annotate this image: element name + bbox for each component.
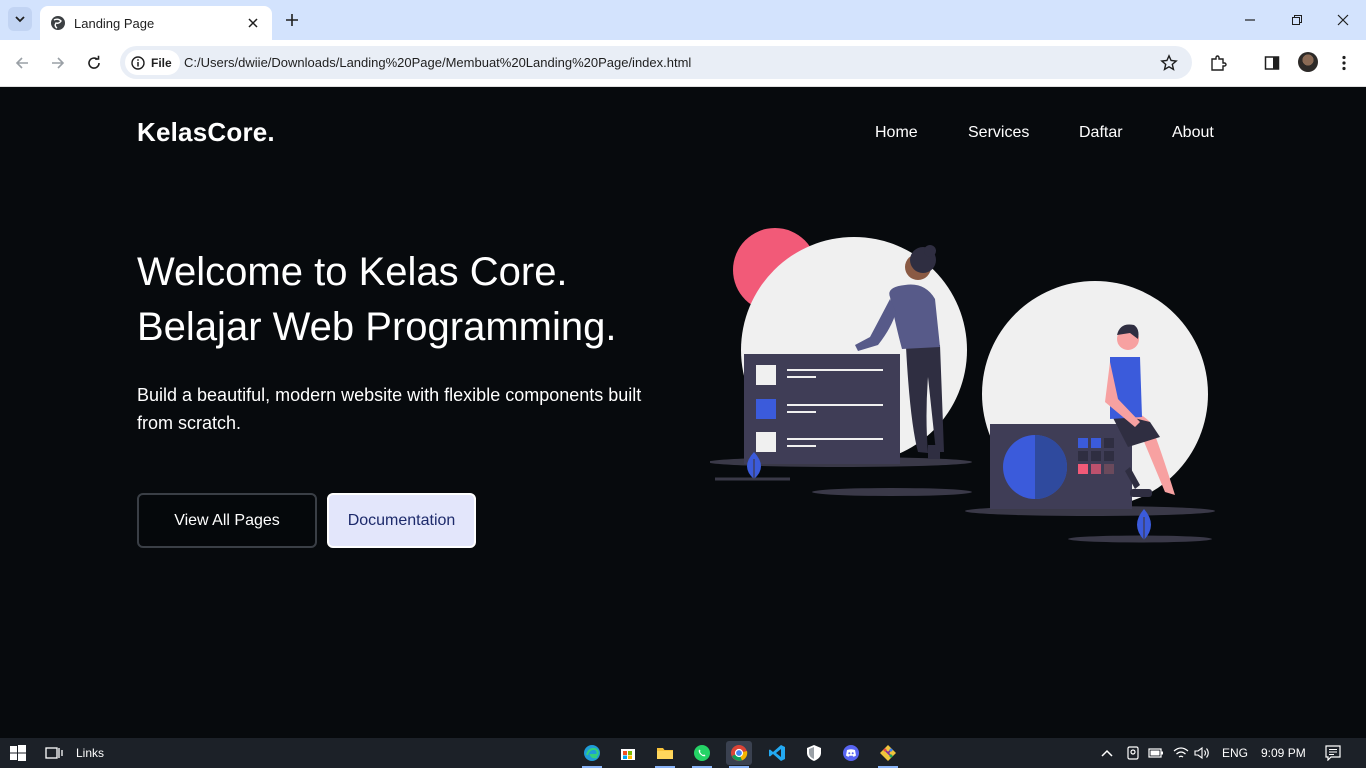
windows-logo-icon [10,745,26,761]
page-viewport: KelasCore. Home Services Daftar About We… [0,87,1366,738]
discord-icon [843,745,859,761]
taskbar-git[interactable] [875,741,901,768]
url-text[interactable]: C:/Users/dwiie/Downloads/Landing%20Page/… [184,55,691,70]
chevron-up-icon [1101,749,1113,757]
hero-illustration [710,228,1215,543]
tray-overflow-button[interactable] [1099,745,1115,761]
taskbar-edge[interactable] [579,741,605,768]
tray-language[interactable]: ENG [1222,746,1248,760]
reload-icon [88,55,100,69]
site-info-chip[interactable]: File [125,50,180,75]
tab-search-button[interactable] [8,7,32,31]
view-all-pages-button[interactable]: View All Pages [137,493,317,548]
back-button[interactable] [11,52,33,74]
vscode-icon [769,745,785,761]
restore-button[interactable] [1285,8,1309,32]
profile-avatar[interactable] [1298,52,1318,72]
minimize-button[interactable] [1238,8,1262,32]
task-view-button[interactable] [44,743,64,763]
restore-icon [1292,15,1302,25]
battery-icon [1148,748,1163,758]
camera-icon [1127,746,1139,760]
extensions-button[interactable] [1207,52,1229,74]
hero-subtext: Build a beautiful, modern website with f… [137,385,642,433]
nav-home[interactable]: Home [875,124,918,142]
git-icon [880,745,896,761]
browser-menu-button[interactable] [1333,52,1355,74]
minimize-icon [1245,19,1255,21]
taskbar-store[interactable] [615,741,641,765]
nav-about[interactable]: About [1172,124,1214,142]
brand-logo[interactable]: KelasCore. [137,117,275,148]
arrow-right-icon [52,57,65,69]
close-window-button[interactable] [1331,8,1355,32]
hero-headline-line-2: Belajar Web Programming. [137,305,617,349]
forward-button[interactable] [47,52,69,74]
nav-daftar[interactable]: Daftar [1079,124,1123,142]
taskbar-whatsapp[interactable] [689,741,715,768]
tray-volume[interactable] [1194,745,1210,761]
notification-center-button[interactable] [1325,745,1341,761]
close-icon [1337,14,1349,26]
arrow-left-icon [15,57,28,69]
bookmark-star-icon[interactable] [1160,54,1178,72]
taskbar-security[interactable] [801,741,827,765]
start-button[interactable] [8,743,28,763]
nav-services[interactable]: Services [968,124,1029,142]
chrome-icon [731,745,748,761]
hero-headline-line-1: Welcome to Kelas Core. [137,250,568,294]
security-icon [807,745,821,761]
side-panel-button[interactable] [1261,52,1283,74]
browser-toolbar: File C:/Users/dwiie/Downloads/Landing%20… [0,40,1366,87]
task-view-icon [45,747,63,759]
plus-icon [286,14,298,26]
tray-network[interactable] [1173,745,1189,761]
close-icon[interactable] [244,14,262,32]
site-chip-label: File [151,55,172,70]
wifi-icon [1173,747,1189,758]
reload-button[interactable] [83,52,105,74]
globe-icon [50,15,66,31]
info-icon [131,55,145,70]
kebab-menu-icon [1342,55,1346,71]
browser-tab[interactable]: Landing Page [40,6,272,40]
chevron-down-icon [15,16,25,23]
edge-icon [584,745,600,761]
documentation-button[interactable]: Documentation [327,493,476,548]
new-tab-button[interactable] [282,10,302,30]
taskbar-file-explorer[interactable] [652,741,678,768]
taskbar-vscode[interactable] [764,741,790,765]
tray-battery[interactable] [1148,745,1164,761]
store-icon [621,749,635,760]
side-panel-icon [1264,56,1280,70]
file-explorer-icon [657,748,673,759]
notification-icon [1325,745,1341,761]
address-bar[interactable]: File C:/Users/dwiie/Downloads/Landing%20… [120,46,1192,79]
whatsapp-icon [694,745,710,761]
taskbar-links-label[interactable]: Links [76,746,104,760]
browser-tab-bar: Landing Page [0,0,1366,40]
taskbar-discord[interactable] [838,741,864,765]
windows-taskbar: Links ENG 9:09 PM [0,738,1366,768]
tray-clock[interactable]: 9:09 PM [1261,746,1306,760]
speaker-icon [1194,746,1209,760]
taskbar-chrome[interactable] [726,741,752,768]
tab-title: Landing Page [74,15,155,31]
tray-meet-now[interactable] [1125,745,1141,761]
puzzle-icon [1211,55,1227,71]
